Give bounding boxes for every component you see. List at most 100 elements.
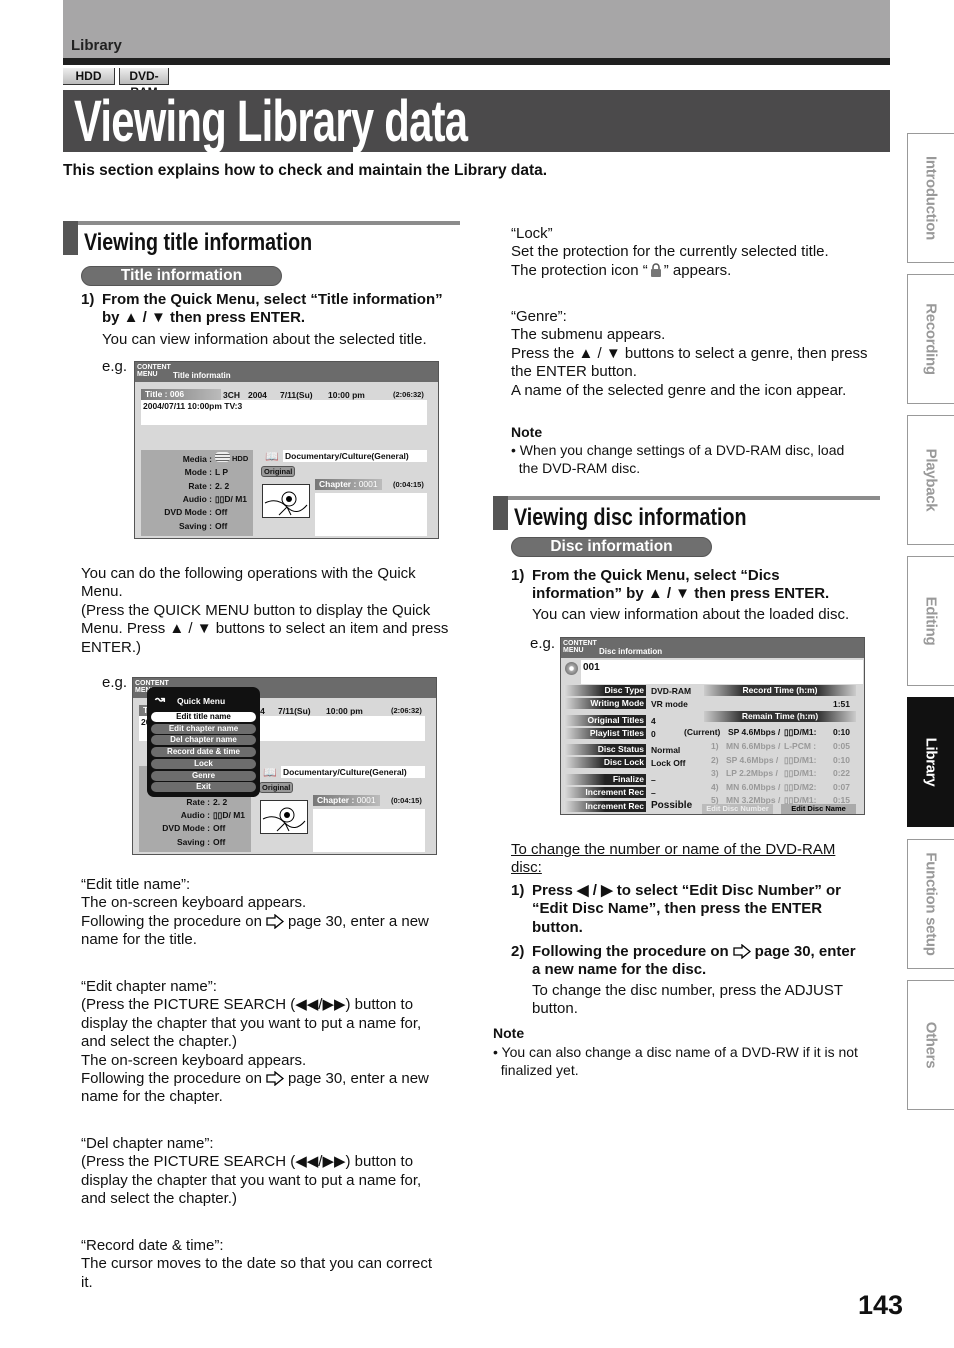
text-part: page 30, enter a new: [287, 1069, 429, 1087]
section-breadcrumb: Library: [71, 37, 122, 54]
step-text: From the Quick Menu, select “Title infor…: [102, 291, 443, 328]
text-line: The on-screen keyboard appears.: [81, 1051, 307, 1069]
edit-disc-name-button[interactable]: Edit Disc Name: [781, 804, 856, 814]
text-line: button.: [532, 918, 583, 936]
tab-label: Recording: [922, 303, 940, 375]
text-line: button.: [532, 1000, 578, 1018]
disc-number: 001: [583, 662, 600, 673]
quick-menu-item[interactable]: Edit chapter name: [151, 723, 256, 734]
info-label: Audio :: [182, 493, 212, 504]
tab-others[interactable]: Others: [907, 980, 954, 1110]
page-reference-arrow-icon: [733, 943, 751, 964]
info-label: Saving :: [176, 836, 210, 847]
text-line: “Edit title name”:: [81, 876, 191, 893]
genre-book-icon: 📖: [265, 451, 279, 463]
info-value: 2. 2: [213, 796, 228, 807]
note-text: • You can also change a disc name of a D…: [493, 1043, 858, 1078]
text-line: disc:: [511, 859, 542, 877]
content-menu-logo: CONTENT MENU: [137, 364, 171, 378]
mode-audio: ▯▯D/M2:: [784, 781, 817, 792]
page-reference-arrow-icon: [266, 1070, 284, 1091]
text-line: the ENTER button.: [511, 363, 637, 381]
quick-menu-item[interactable]: Lock: [151, 758, 256, 769]
header-band: [63, 0, 890, 58]
record-date-text: “Record date & time”: The cursor moves to…: [81, 1237, 432, 1292]
eg-label: e.g.: [102, 674, 128, 691]
text-line: name for the title.: [81, 931, 197, 949]
tab-label: Function setup: [922, 852, 940, 956]
quick-menu-item[interactable]: Edit title name: [151, 712, 256, 722]
mode-rate: SP 4.6Mbps /: [726, 754, 779, 765]
mode-index: 1): [711, 741, 719, 751]
tab-library[interactable]: Library: [907, 697, 954, 827]
record-time: 1:51: [833, 699, 851, 709]
subheading-pill: Disc information: [511, 537, 712, 557]
mode-time: 0:10: [833, 754, 851, 765]
disc-icon: [565, 662, 578, 675]
original-badge: Original: [261, 466, 296, 477]
disc-field-label: Writing Mode: [564, 698, 646, 709]
text-line: The submenu appears.: [511, 326, 666, 344]
title-name: 2004/07/11 10:00pm TV:3: [143, 401, 243, 411]
step-text: Press ◀ / ▶ to select “Edit Disc Number”…: [532, 882, 841, 937]
disc-field-label: Finalize: [564, 774, 646, 785]
info-label: DVD Mode :: [162, 823, 210, 834]
tab-label: Others: [922, 1021, 940, 1069]
screen-header: Title informatin: [173, 371, 231, 380]
text-line: name for the chapter.: [81, 1088, 223, 1106]
quick-menu-screen: CONTENTMENU Title informatin Title : 006…: [132, 677, 437, 855]
info-value: Off: [213, 836, 226, 847]
info-label: Saving :: [178, 520, 212, 531]
disc-info-screen: CONTENT MENU Disc information 001 Disc Ty…: [560, 637, 865, 815]
text-line: (Press the PICTURE SEARCH (◀◀/▶▶) button…: [81, 996, 414, 1014]
tab-function-setup[interactable]: Function setup: [907, 839, 954, 969]
info-label: Audio :: [180, 809, 210, 820]
quick-menu-item[interactable]: Record date & time: [151, 747, 256, 758]
tab-introduction[interactable]: Introduction: [907, 133, 954, 263]
page-title: Viewing Library data: [74, 89, 468, 154]
text-part: page 30, enter: [754, 943, 856, 960]
chapter-bar: Chapter : 0001: [313, 795, 380, 806]
text-line: “Record date & time”:: [81, 1237, 224, 1254]
mode-time: 0:05: [833, 741, 851, 751]
del-chapter-name-text: “Del chapter name”: (Press the PICTURE SE…: [81, 1135, 421, 1209]
duration: (2:06:32): [391, 706, 422, 715]
text-line: ENTER.): [81, 638, 141, 656]
section-heading-disc-info: Viewing disc information: [493, 496, 880, 531]
genre-text: “Genre”: The submenu appears. Press the ▲ …: [511, 308, 868, 400]
thumbnail-image: [262, 484, 310, 518]
current-tag: (Current): [684, 727, 721, 737]
text-line: “Lock”: [511, 225, 553, 242]
text-line: and select the chapter.): [81, 1033, 237, 1051]
mode-index: 4): [711, 781, 719, 792]
tab-label: Introduction: [922, 156, 940, 240]
current-audio: ▯▯D/M1:: [784, 727, 817, 737]
hdd-icon: [215, 452, 230, 462]
disc-field-value: VR mode: [651, 699, 688, 709]
text-part: Following the procedure on: [532, 943, 729, 960]
edit-disc-number-button[interactable]: Edit Disc Number: [702, 804, 773, 814]
quick-menu-item[interactable]: Exit: [151, 782, 256, 793]
mode-rate: LP 2.2Mbps /: [726, 768, 778, 779]
text-line: You can do the following operations with…: [81, 565, 416, 582]
info-value: ▯▯D/ M1: [213, 809, 246, 820]
text-part: Following the procedure on: [81, 1069, 262, 1087]
mode-rate: MN 6.6Mbps /: [726, 741, 781, 751]
tab-editing[interactable]: Editing: [907, 556, 954, 686]
tab-recording[interactable]: Recording: [907, 274, 954, 404]
text-part: Following the procedure on: [81, 912, 262, 930]
info-label: Rate :: [188, 480, 212, 491]
note-text: • When you change settings of a DVD-RAM …: [511, 441, 844, 476]
step-number: 1): [511, 882, 525, 899]
info-value: L P: [215, 467, 229, 478]
genre-book-icon: 📖: [263, 767, 277, 779]
tab-playback[interactable]: Playback: [907, 415, 954, 545]
disc-field-value: Possible: [651, 800, 693, 811]
channel: 3CH: [223, 390, 241, 400]
mode-index: 2): [711, 754, 719, 765]
quick-menu-item[interactable]: Genre: [151, 770, 256, 781]
mode-audio: ▯▯D/M1:: [784, 768, 817, 779]
quick-menu-item[interactable]: Del chapter name: [151, 735, 256, 746]
section-title: Viewing disc information: [514, 504, 747, 531]
text-line: by ▲ / ▼ then press ENTER.: [102, 309, 306, 327]
